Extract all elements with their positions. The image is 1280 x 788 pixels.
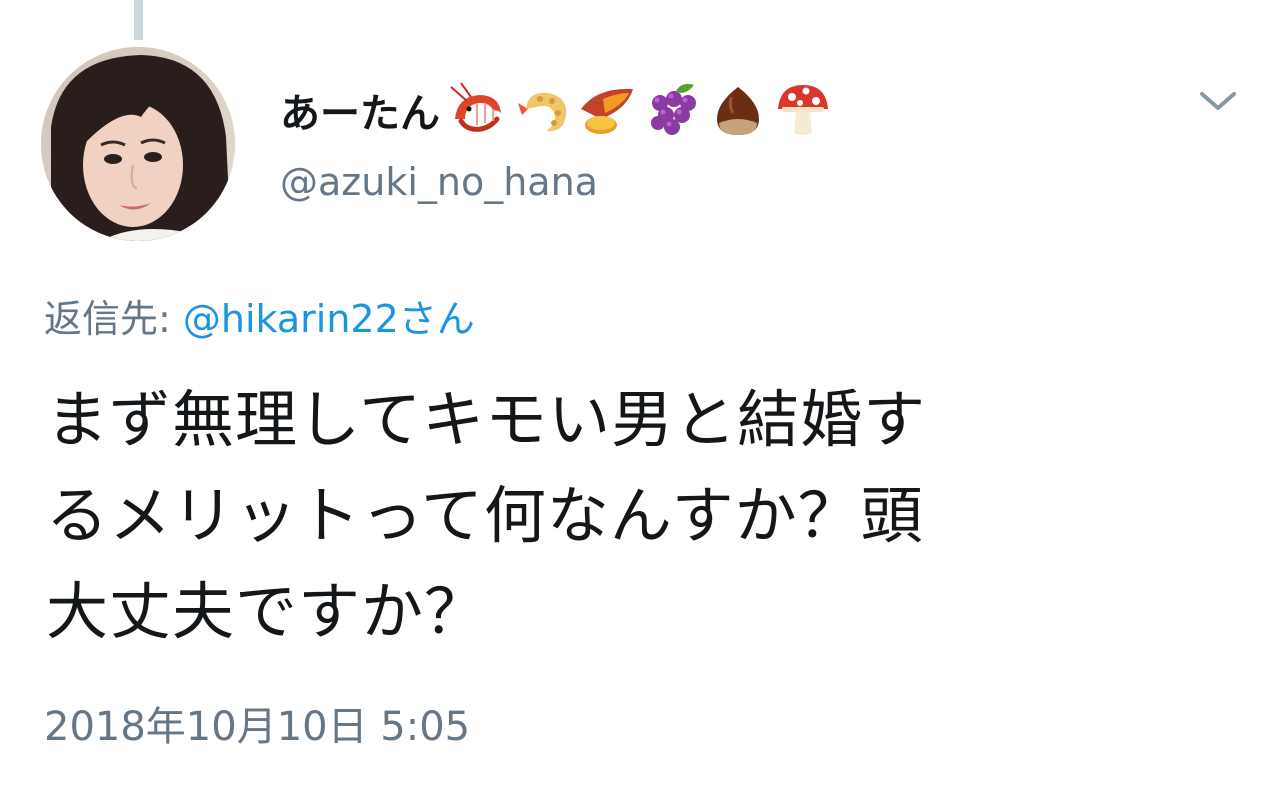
shrimp-emoji-icon: [447, 79, 509, 141]
sweet-potato-emoji-icon: [577, 79, 639, 141]
tweet-text-line: るメリットって何なんすか？頭: [46, 479, 924, 552]
tweet-text-line: 大丈夫ですか？: [46, 575, 488, 648]
display-name: あーたん: [280, 91, 440, 137]
tweet-text: まず無理してキモい男と結婚す るメリットって何なんすか？頭 大丈夫ですか？: [46, 372, 1206, 660]
mushroom-emoji-icon: [772, 79, 834, 141]
reply-target-link[interactable]: @hikarin22さん: [183, 297, 475, 341]
display-name-row[interactable]: あーたん: [280, 80, 834, 140]
reply-prefix: 返信先:: [44, 297, 183, 341]
user-handle[interactable]: @azuki_no_hana: [280, 160, 598, 204]
tweet-text-line: まず無理してキモい男と結婚す: [46, 383, 927, 456]
avatar[interactable]: [41, 47, 235, 241]
reply-context: 返信先: @hikarin22さん: [44, 288, 475, 343]
grapes-emoji-icon: [642, 79, 704, 141]
chestnut-emoji-icon: [707, 79, 769, 141]
tweet-timestamp[interactable]: 2018年10月10日 5:05: [44, 694, 470, 752]
avatar-image: [41, 47, 235, 241]
fried-shrimp-emoji-icon: [512, 79, 574, 141]
thread-connector-line: [134, 0, 143, 40]
chevron-down-icon[interactable]: [1196, 86, 1240, 116]
name-emoji-row: [444, 79, 834, 141]
